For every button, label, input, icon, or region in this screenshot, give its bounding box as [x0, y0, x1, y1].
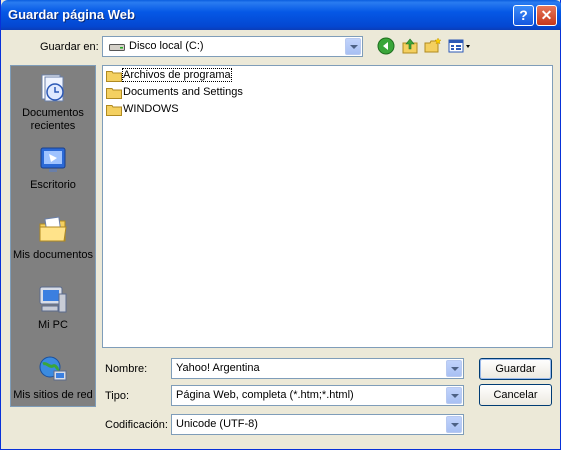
place-recent-documents[interactable]: Documentos recientes — [11, 72, 95, 133]
chevron-down-icon[interactable] — [446, 416, 462, 433]
type-dropdown[interactable]: Página Web, completa (*.htm;*.html) — [171, 385, 464, 406]
places-bar: Documentos recientes Escritorio Mis docu… — [10, 65, 96, 407]
my-computer-icon — [39, 286, 67, 313]
save-in-label: Guardar en: — [40, 41, 99, 53]
place-my-documents[interactable]: Mis documentos — [11, 214, 95, 262]
title-bar[interactable]: Guardar página Web ? ✕ — [1, 0, 561, 30]
folder-icon — [106, 88, 122, 99]
new-folder-icon[interactable] — [424, 37, 442, 55]
back-icon[interactable] — [377, 37, 395, 55]
encoding-label: Codificación: — [105, 419, 168, 431]
place-network[interactable]: Mis sitios de red — [11, 354, 95, 402]
place-label: Escritorio — [30, 179, 76, 191]
type-label: Tipo: — [105, 390, 130, 402]
place-label: Mis sitios de red — [13, 389, 93, 401]
my-documents-icon — [39, 216, 67, 242]
desktop-icon — [40, 147, 66, 172]
save-in-value: Disco local (C:) — [129, 40, 204, 52]
chevron-down-icon[interactable] — [345, 38, 361, 55]
views-menu-icon[interactable] — [448, 37, 472, 55]
place-label: Mis documentos — [12, 249, 94, 261]
place-label: Mi PC — [38, 319, 68, 331]
encoding-dropdown[interactable]: Unicode (UTF-8) — [171, 414, 464, 435]
local-disk-icon — [109, 44, 125, 51]
up-folder-icon[interactable] — [401, 37, 419, 55]
place-label: Documentos recientes — [22, 107, 84, 132]
place-my-computer[interactable]: Mi PC — [11, 284, 95, 332]
file-name: Documents and Settings — [123, 86, 243, 98]
place-desktop[interactable]: Escritorio — [11, 144, 95, 192]
chevron-down-icon[interactable] — [446, 360, 462, 377]
file-name: WINDOWS — [123, 103, 179, 115]
folder-icon — [106, 71, 122, 82]
folder-icon — [106, 105, 122, 116]
network-places-icon — [39, 356, 67, 381]
name-label: Nombre: — [105, 363, 148, 375]
help-button[interactable]: ? — [513, 5, 534, 26]
name-field[interactable]: Yahoo! Argentina — [171, 358, 464, 379]
type-value: Página Web, completa (*.htm;*.html) — [176, 389, 354, 401]
recent-documents-icon — [41, 74, 64, 102]
encoding-value: Unicode (UTF-8) — [176, 418, 258, 430]
file-list[interactable]: Archivos de programa Documents and Setti… — [102, 65, 553, 348]
file-name: Archivos de programa — [122, 68, 232, 82]
window-title: Guardar página Web — [8, 7, 135, 22]
close-button[interactable]: ✕ — [536, 5, 557, 26]
save-dialog: Guardar página Web ? ✕ Guardar en: Disco… — [0, 0, 561, 450]
cancel-button[interactable]: Cancelar — [479, 384, 552, 406]
save-in-dropdown[interactable]: Disco local (C:) — [102, 36, 363, 57]
name-value: Yahoo! Argentina — [176, 362, 260, 374]
chevron-down-icon[interactable] — [446, 387, 462, 404]
save-button[interactable]: Guardar — [479, 358, 552, 380]
